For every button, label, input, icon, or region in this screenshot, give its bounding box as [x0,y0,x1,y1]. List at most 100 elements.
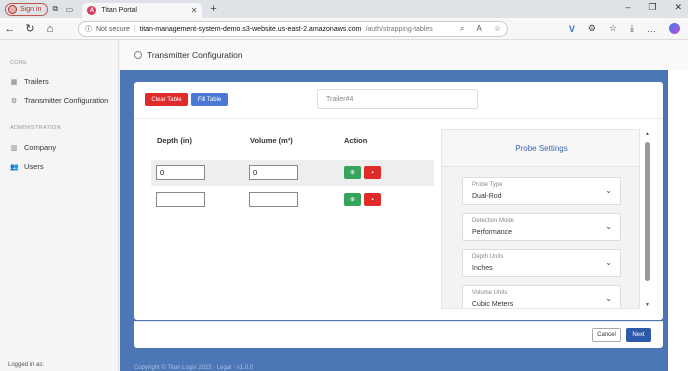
plus-circle-icon: ⊕ [349,197,356,203]
extensions-area: V ⚙ ☆ ⤓ … [569,23,680,34]
app-logo-icon: A [87,6,97,15]
chevron-down-icon: ⌄ [605,294,612,303]
gear-icon: ⚙ [10,97,18,105]
url-security-label: Not secure [96,25,130,33]
select-value: Inches [472,265,493,272]
volume-input[interactable]: 0 [249,165,298,180]
select-label: Depth Units [472,254,504,260]
delete-row-button[interactable]: ▪ [364,166,381,179]
extension-v-icon[interactable]: V [569,24,575,34]
probe-settings-panel: Probe Settings Probe Type Dual-Rod ⌄ Det… [441,129,640,309]
extensions-icon[interactable]: ⚙ [588,23,596,34]
favorite-icon[interactable]: ☆ [494,24,501,34]
add-row-button[interactable]: ⊕ [344,166,361,179]
sidebar-item-label: Company [24,143,57,152]
home-icon[interactable]: ⌂ [40,23,60,35]
window-controls: – ❐ ✕ [625,2,682,13]
column-header-depth: Depth (in) [157,136,192,145]
read-aloud-icon[interactable]: A [476,24,481,34]
favorites-icon[interactable]: ☆ [609,23,617,34]
table-row: ⊕ ▪ [151,187,434,213]
select-value: Cubic Meters [472,301,514,308]
chevron-down-icon: ⌄ [605,222,612,231]
chevron-down-icon: ⌄ [605,186,612,195]
sidebar-item-label: Users [24,162,44,171]
probe-settings-title: Probe Settings [442,130,639,167]
sidebar-section-administration: ADMINISTRATION [10,125,61,131]
sidebar: CORE ▦ Trailers ⚙ Transmitter Configurat… [0,40,119,371]
close-window-icon[interactable]: ✕ [674,2,682,13]
address-bar-row: ← ↻ ⌂ ⓘ Not secure | titan-management-sy… [0,18,688,40]
tab-actions-icon[interactable]: ▭ [62,2,76,16]
url-separator: | [133,25,136,33]
page-scrollbar-track [668,70,688,371]
browser-tab[interactable]: A Titan Portal ✕ [82,3,203,18]
grid-icon: ▦ [10,78,18,86]
depth-units-select[interactable]: Depth Units Inches ⌄ [462,249,621,277]
select-label: Detection Mode [472,218,515,224]
back-icon[interactable]: ← [0,23,20,35]
warning-icon: ⓘ [85,26,92,33]
cancel-button[interactable]: Cancel [592,328,621,342]
url-path: /auth/strapping-tables [365,25,433,33]
detection-mode-select[interactable]: Detection Mode Performance ⌄ [462,213,621,241]
tab-title: Titan Portal [101,7,137,14]
depth-input[interactable] [156,192,205,207]
minimize-icon[interactable]: – [625,2,630,13]
chevron-down-icon: ⌄ [605,258,612,267]
volume-units-select[interactable]: Volume Units Cubic Meters ⌄ [462,285,621,308]
card-footer [134,321,663,348]
probe-panel-scrollbar[interactable]: ▲ ▼ [644,131,652,308]
more-icon[interactable]: … [647,24,656,34]
sidebar-item-label: Transmitter Configuration [24,96,109,105]
copyright-text: Copyright © Titan Logix 2023 · Legal · v… [134,365,254,371]
page-header: Transmitter Configuration [120,40,688,70]
fill-table-button[interactable]: Fill Table [191,93,228,106]
column-header-volume: Volume (m³) [250,136,293,145]
column-header-action: Action [344,136,368,145]
close-icon[interactable]: ✕ [191,6,198,15]
copilot-icon[interactable] [669,23,680,34]
card-divider [134,118,663,119]
select-label: Volume Units [472,290,508,296]
url-host: titan-management-system-demo.s3-website.… [139,25,362,33]
trailer-field[interactable]: Trailer#4 [317,89,478,109]
clear-table-button[interactable]: Clear Table [145,93,188,106]
avatar-icon [8,4,17,14]
next-button[interactable]: Next [626,328,651,342]
scroll-up-icon[interactable]: ▲ [645,131,650,137]
sidebar-item-users[interactable]: 👥 Users [10,162,44,171]
trash-icon: ▪ [371,196,374,203]
gear-icon [134,51,142,59]
sidebar-item-company[interactable]: ▥ Company [10,143,56,152]
downloads-icon[interactable]: ⤓ [630,23,634,34]
trash-icon: ▪ [371,169,374,176]
zoom-icon[interactable]: ⌕ [460,24,464,34]
probe-type-select[interactable]: Probe Type Dual-Rod ⌄ [462,177,621,205]
browser-tab-bar: Sign in ⧉ ▭ A Titan Portal ✕ + – ❐ ✕ [0,0,688,18]
sidebar-item-transmitter-configuration[interactable]: ⚙ Transmitter Configuration [10,96,108,105]
scrollbar-thumb[interactable] [645,142,650,281]
table-row: 0 0 ⊕ ▪ [151,160,434,186]
sidebar-section-core: CORE [10,60,28,66]
new-tab-icon[interactable]: + [210,3,216,15]
volume-input[interactable] [249,192,298,207]
url-actions: ⌕ A ☆ [460,24,501,34]
select-value: Dual-Rod [472,193,502,200]
depth-input[interactable]: 0 [156,165,205,180]
plus-circle-icon: ⊕ [349,170,356,176]
select-label: Probe Type [472,182,503,188]
signin-label: Sign in [20,5,42,13]
workspaces-icon[interactable]: ⧉ [48,2,62,16]
sidebar-item-label: Trailers [24,77,49,86]
delete-row-button[interactable]: ▪ [364,193,381,206]
signin-button[interactable]: Sign in [5,2,49,16]
building-icon: ▥ [10,144,18,152]
maximize-icon[interactable]: ❐ [648,2,656,13]
refresh-icon[interactable]: ↻ [20,22,40,35]
page-title: Transmitter Configuration [147,50,243,60]
scroll-down-icon[interactable]: ▼ [645,302,650,308]
add-row-button[interactable]: ⊕ [344,193,361,206]
url-field[interactable]: ⓘ Not secure | titan-management-system-d… [78,21,508,37]
sidebar-item-trailers[interactable]: ▦ Trailers [10,77,49,86]
